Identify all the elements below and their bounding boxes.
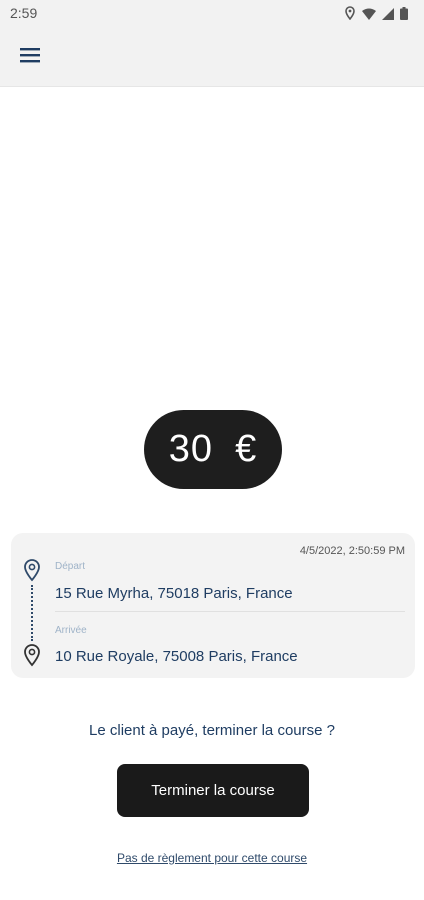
departure-pin-icon (22, 558, 42, 582)
trip-card: 4/5/2022, 2:50:59 PM Départ 15 Rue Myrha… (11, 533, 415, 678)
battery-icon (400, 6, 408, 23)
location-icon (344, 6, 356, 23)
finish-trip-button[interactable]: Terminer la course (117, 764, 309, 817)
signal-icon (382, 7, 394, 23)
arrival-pin-icon (22, 643, 42, 667)
divider (55, 611, 405, 612)
no-payment-link[interactable]: Pas de règlement pour cette course (0, 851, 424, 865)
app-bar (0, 28, 424, 87)
departure-label: Départ (55, 561, 86, 572)
wifi-icon (362, 7, 376, 23)
menu-button[interactable] (14, 42, 46, 72)
arrival-address: 10 Rue Royale, 75008 Paris, France (55, 648, 298, 665)
status-bar: 2:59 (0, 0, 424, 28)
trip-datetime: 4/5/2022, 2:50:59 PM (299, 545, 405, 557)
fare-currency: € (235, 428, 258, 470)
hamburger-menu-icon (20, 47, 40, 68)
status-icons (344, 6, 408, 23)
fare-amount: 30 (168, 428, 214, 470)
route-connector (31, 585, 33, 641)
fare-display: 30 € (144, 410, 282, 489)
status-time: 2:59 (10, 5, 38, 21)
arrival-label: Arrivée (55, 625, 87, 636)
departure-address: 15 Rue Myrha, 75018 Paris, France (55, 585, 293, 602)
finish-question: Le client à payé, terminer la course ? (89, 722, 335, 739)
